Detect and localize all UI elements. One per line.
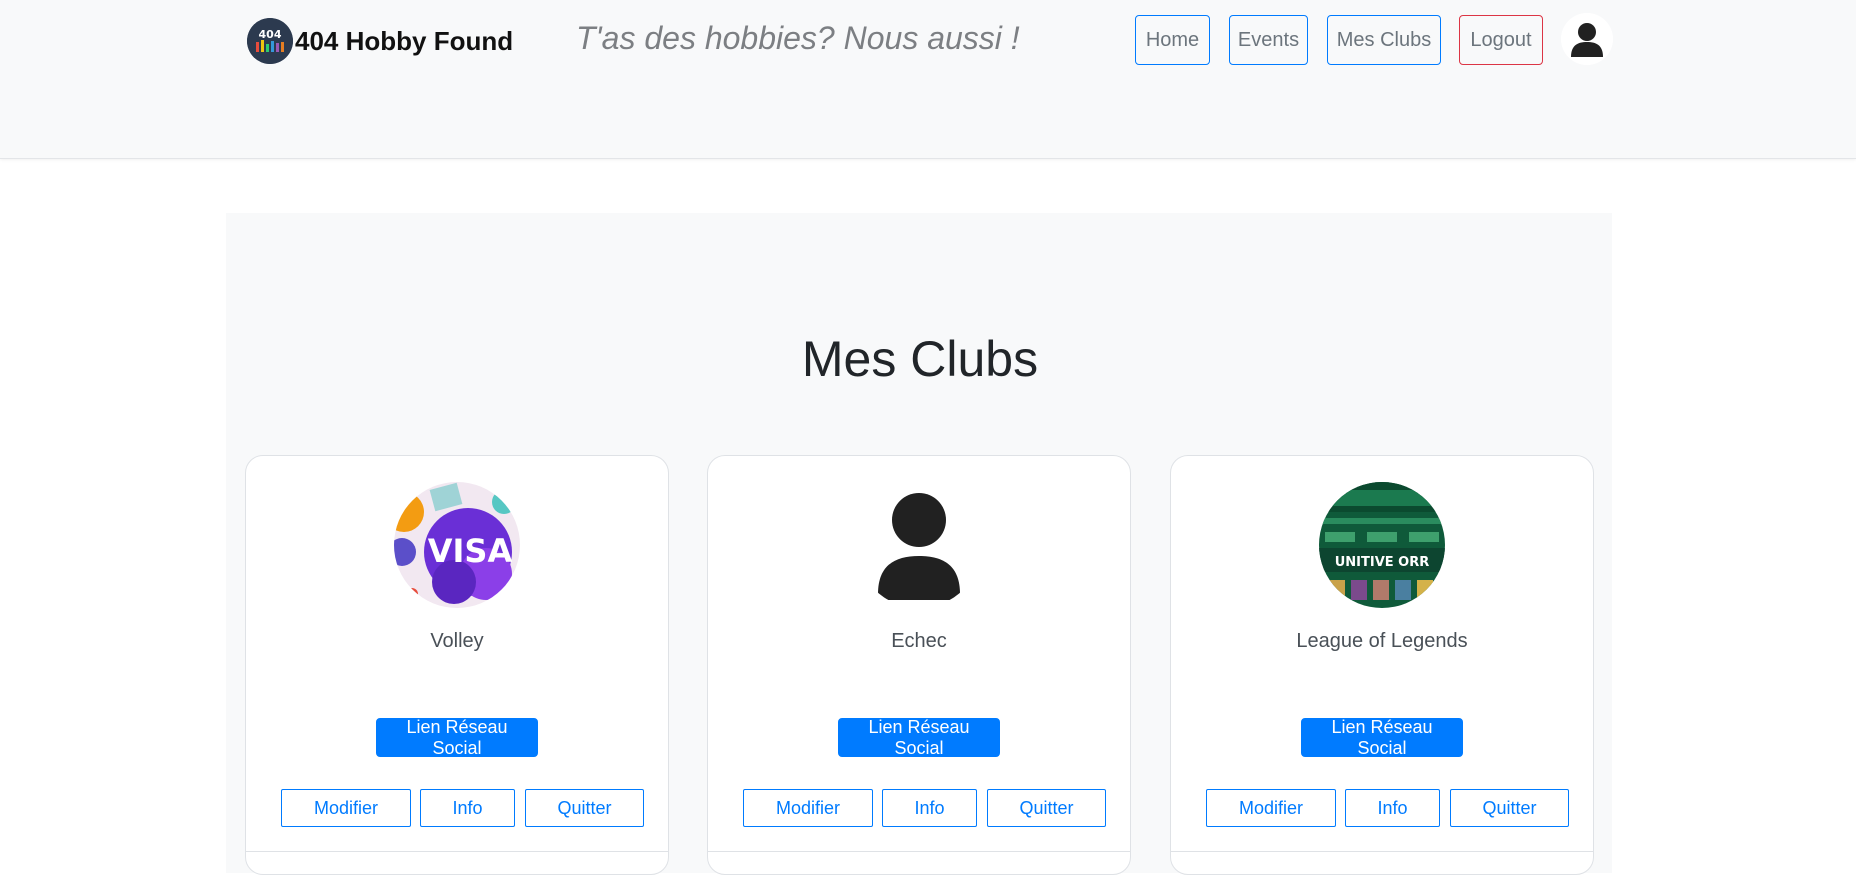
league-club-image: UNITIVE ORR <box>1319 482 1445 608</box>
card-divider <box>1171 851 1593 852</box>
brand-logo-text: 404 <box>259 28 282 41</box>
social-link-button[interactable]: Lien Réseau Social <box>376 717 538 758</box>
card-divider <box>708 851 1130 852</box>
volley-image-text: VISA <box>428 532 513 570</box>
volley-club-image: VISA <box>394 482 520 608</box>
club-card: Echec Lien Réseau Social Modifier Info Q… <box>707 455 1131 875</box>
info-button[interactable]: Info <box>882 789 977 827</box>
info-button[interactable]: Info <box>420 789 515 827</box>
info-button[interactable]: Info <box>1345 789 1440 827</box>
logout-button[interactable]: Logout <box>1459 15 1543 65</box>
brand-logo-icon: 404 <box>247 18 293 64</box>
club-card: UNITIVE ORR League of Legends Lien Résea… <box>1170 455 1594 875</box>
tagline: T'as des hobbies? Nous aussi ! <box>576 20 1020 56</box>
club-name: Echec <box>891 630 947 652</box>
card-divider <box>246 851 668 852</box>
nav-events-button[interactable]: Events <box>1229 15 1308 65</box>
brand-name[interactable]: 404 Hobby Found <box>295 26 513 57</box>
quit-button[interactable]: Quitter <box>987 789 1106 827</box>
nav-home-button[interactable]: Home <box>1135 15 1210 65</box>
league-image-text: UNITIVE ORR <box>1335 555 1430 570</box>
club-name: Volley <box>430 630 484 652</box>
modify-button[interactable]: Modifier <box>743 789 873 827</box>
brand[interactable]: 404 404 Hobby Found <box>247 18 513 64</box>
page-title: Mes Clubs <box>801 331 1039 387</box>
quit-button[interactable]: Quitter <box>525 789 644 827</box>
nav-clubs-button[interactable]: Mes Clubs <box>1327 15 1441 65</box>
user-avatar-icon[interactable] <box>1561 13 1613 65</box>
quit-button[interactable]: Quitter <box>1450 789 1569 827</box>
social-link-button[interactable]: Lien Réseau Social <box>838 717 1000 758</box>
club-name: League of Legends <box>1296 630 1468 652</box>
modify-button[interactable]: Modifier <box>281 789 411 827</box>
modify-button[interactable]: Modifier <box>1206 789 1336 827</box>
social-link-button[interactable]: Lien Réseau Social <box>1301 717 1463 758</box>
navbar: 404 404 Hobby Found T'as des hobbies? No… <box>0 0 1856 159</box>
default-user-icon <box>856 482 982 608</box>
club-card: VISA Volley Lien Réseau Social Modifier … <box>245 455 669 875</box>
